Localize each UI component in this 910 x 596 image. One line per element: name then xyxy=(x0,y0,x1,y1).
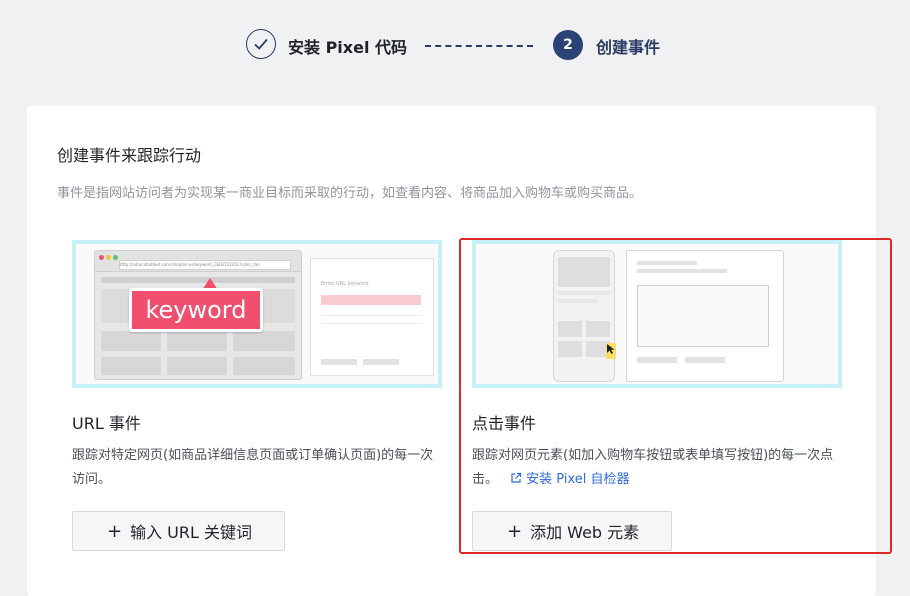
click-event-description: 跟踪对网页元素(如加入购物车按钮或表单填写按钮)的每一次点击。 安装 Pixel… xyxy=(472,444,844,492)
add-web-element-label: 添加 Web 元素 xyxy=(530,523,640,542)
panel-description: 事件是指网站访问者为实现某一商业目标而采取的行动，如查看内容、将商品加入购物车或… xyxy=(57,186,643,201)
step-2-label: 创建事件 xyxy=(596,38,661,57)
add-web-element-button[interactable]: + 添加 Web 元素 xyxy=(472,511,673,551)
url-bar: http://adrocatadtext.com/shop/en-us/keyw… xyxy=(119,260,291,270)
click-event-title: 点击事件 xyxy=(472,414,537,433)
url-event-title: URL 事件 xyxy=(72,414,141,433)
enter-url-keyword-label: 输入 URL 关键词 xyxy=(130,523,253,542)
cursor-icon xyxy=(607,344,615,354)
phone-mockup xyxy=(553,250,616,382)
stepper: 安装 Pixel 代码 2 创建事件 xyxy=(0,0,910,92)
create-event-panel: 创建事件来跟踪行动 事件是指网站访问者为实现某一商业目标而采取的行动，如查看内容… xyxy=(27,106,876,596)
step-connector xyxy=(425,45,533,47)
plus-icon: + xyxy=(107,520,123,542)
click-event-illustration xyxy=(472,240,842,388)
check-icon xyxy=(246,29,276,59)
url-event-card: http://adrocatadtext.com/shop/en-us/keyw… xyxy=(72,240,444,551)
external-link-icon xyxy=(511,472,522,483)
step-1-label: 安装 Pixel 代码 xyxy=(288,38,408,57)
click-event-card: 点击事件 跟踪对网页元素(如加入购物车按钮或表单填写按钮)的每一次点击。 安装 … xyxy=(472,240,844,551)
plus-icon: + xyxy=(507,520,523,542)
page-mockup xyxy=(626,250,784,382)
form-mockup: Enter URL keyword xyxy=(310,258,434,376)
enter-url-keyword-button[interactable]: + 输入 URL 关键词 xyxy=(72,511,286,551)
install-pixel-helper-label: 安装 Pixel 自检器 xyxy=(526,472,630,487)
install-pixel-helper-link[interactable]: 安装 Pixel 自检器 xyxy=(502,472,630,487)
panel-title: 创建事件来跟踪行动 xyxy=(57,146,202,165)
form-label: Enter URL keyword xyxy=(321,281,369,287)
step-2-badge: 2 xyxy=(553,30,583,60)
url-event-description: 跟踪对特定网页(如商品详细信息页面或订单确认页面)的每一次访问。 xyxy=(72,448,434,487)
keyword-bubble: keyword xyxy=(129,288,263,332)
url-event-illustration: http://adrocatadtext.com/shop/en-us/keyw… xyxy=(72,240,442,388)
